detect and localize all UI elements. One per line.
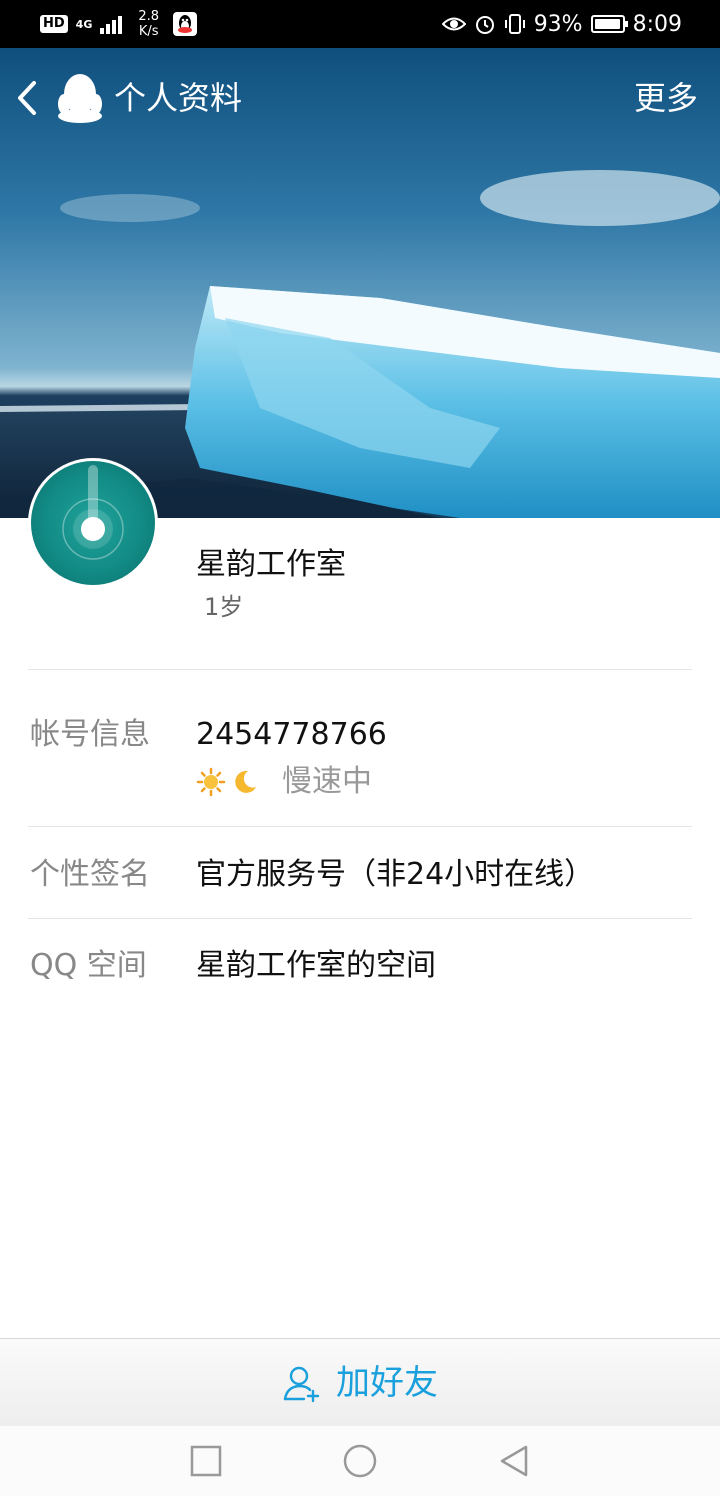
network-type: 4G <box>75 17 93 31</box>
divider <box>28 918 692 919</box>
avatar[interactable] <box>28 458 158 588</box>
status-text: 慢速中 <box>282 764 372 799</box>
divider <box>28 826 692 827</box>
qq-notification-icon <box>173 12 198 36</box>
status-bar: HD 4G 2.8 K/s 93% 8:09 <box>0 0 720 48</box>
eye-icon <box>441 17 466 31</box>
hd-badge: HD <box>40 15 68 33</box>
profile-name: 星韵工作室 <box>196 547 346 582</box>
speed-value: 2.8 <box>138 9 160 24</box>
battery-icon <box>590 15 628 33</box>
add-friend-button[interactable]: 加好友 <box>282 1363 438 1403</box>
profile-age: 1岁 <box>204 593 244 621</box>
back-button[interactable] <box>10 76 44 120</box>
alarm-icon <box>475 16 494 34</box>
battery-percent: 93% <box>533 11 583 37</box>
moon-icon <box>235 770 256 793</box>
action-bar: 加好友 <box>0 1338 720 1426</box>
signature-label: 个性签名 <box>30 857 150 892</box>
top-nav: 个人资料 更多 <box>0 48 720 148</box>
circle-icon <box>343 1444 377 1478</box>
add-friend-label: 加好友 <box>336 1362 438 1403</box>
chevron-left-icon <box>18 81 36 115</box>
status-right: 93% 8:09 <box>441 8 682 40</box>
square-icon <box>190 1445 222 1477</box>
qzone-label: QQ 空间 <box>30 948 147 983</box>
qzone-link[interactable]: 星韵工作室的空间 <box>196 946 436 986</box>
system-nav-bar <box>0 1426 720 1496</box>
signature-value: 官方服务号（非24小时在线） <box>196 857 595 892</box>
divider <box>28 669 692 670</box>
vibrate-icon <box>504 14 525 34</box>
sun-icon <box>196 767 226 797</box>
add-user-icon <box>283 1366 320 1402</box>
more-button[interactable]: 更多 <box>634 78 698 118</box>
recent-apps-button[interactable] <box>189 1444 223 1478</box>
home-button[interactable] <box>343 1444 377 1478</box>
triangle-back-icon <box>500 1445 528 1477</box>
avatar-glow-icon <box>62 465 124 560</box>
account-number: 2454778766 <box>196 717 387 752</box>
qq-penguin-icon <box>58 74 102 123</box>
clock: 8:09 <box>632 11 682 37</box>
status-left: HD 4G 2.8 K/s <box>40 8 198 40</box>
account-info-label: 帐号信息 <box>30 717 150 752</box>
back-system-button[interactable] <box>497 1444 531 1478</box>
speed-unit: K/s <box>138 24 159 39</box>
network-speed: 2.8 K/s <box>138 9 159 39</box>
signal-icon <box>100 16 123 34</box>
online-status: 慢速中 <box>196 762 372 802</box>
page-title: 个人资料 <box>114 79 243 117</box>
